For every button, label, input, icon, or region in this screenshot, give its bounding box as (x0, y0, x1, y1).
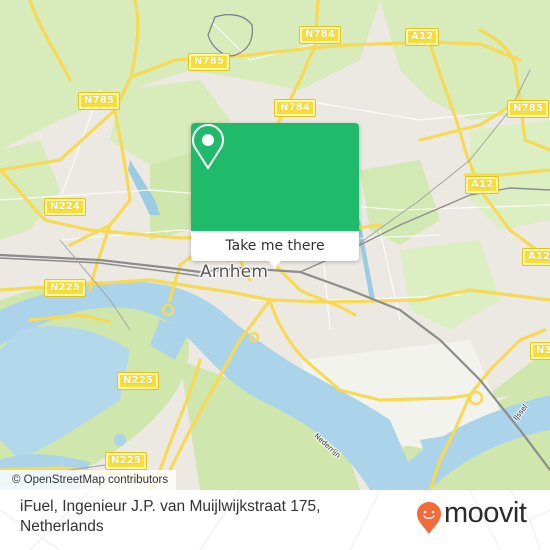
road-shield-n785: N785 (506, 100, 550, 118)
moovit-logo[interactable]: moovit (416, 497, 527, 534)
road-shield-n225: N225 (116, 372, 160, 390)
address-line-1: iFuel, Ingenieur J.P. van Muijlwijkstraa… (20, 498, 321, 515)
map-pin-icon (191, 123, 225, 170)
road-shield-n225: N225 (43, 279, 87, 297)
map-view[interactable]: N784 A12 N785 N785 N784 N785 N224 A12 A1… (0, 0, 550, 490)
footer: iFuel, Ingenieur J.P. van Muijlwijkstraa… (0, 490, 550, 550)
take-me-there-button[interactable]: Take me there (191, 231, 359, 261)
location-popup: Take me there (191, 123, 359, 268)
road-shield-n785: N785 (187, 53, 231, 71)
popup-header (191, 123, 359, 231)
moovit-logo-icon (417, 502, 441, 534)
popup-pointer (268, 260, 282, 268)
location-address: iFuel, Ingenieur J.P. van Muijlwijkstraa… (20, 497, 360, 537)
road-shield-n225: N225 (104, 452, 148, 470)
road-shield-n784: N784 (298, 26, 342, 44)
road-shield-n785: N785 (77, 92, 121, 110)
road-shield-a12: A12 (464, 176, 500, 194)
road-shield-a12: A12 (404, 28, 440, 46)
road-shield-n784: N784 (273, 99, 317, 117)
road-shield-n325: N32 (530, 342, 550, 360)
map-attribution[interactable]: © OpenStreetMap contributors (0, 470, 177, 490)
road-shield-a12: A12 (521, 248, 550, 266)
address-line-2: Netherlands (20, 518, 104, 535)
moovit-wordmark: moovit (444, 497, 527, 529)
city-label-arnhem: Arnhem (200, 262, 269, 282)
road-shield-n224: N224 (43, 198, 87, 216)
